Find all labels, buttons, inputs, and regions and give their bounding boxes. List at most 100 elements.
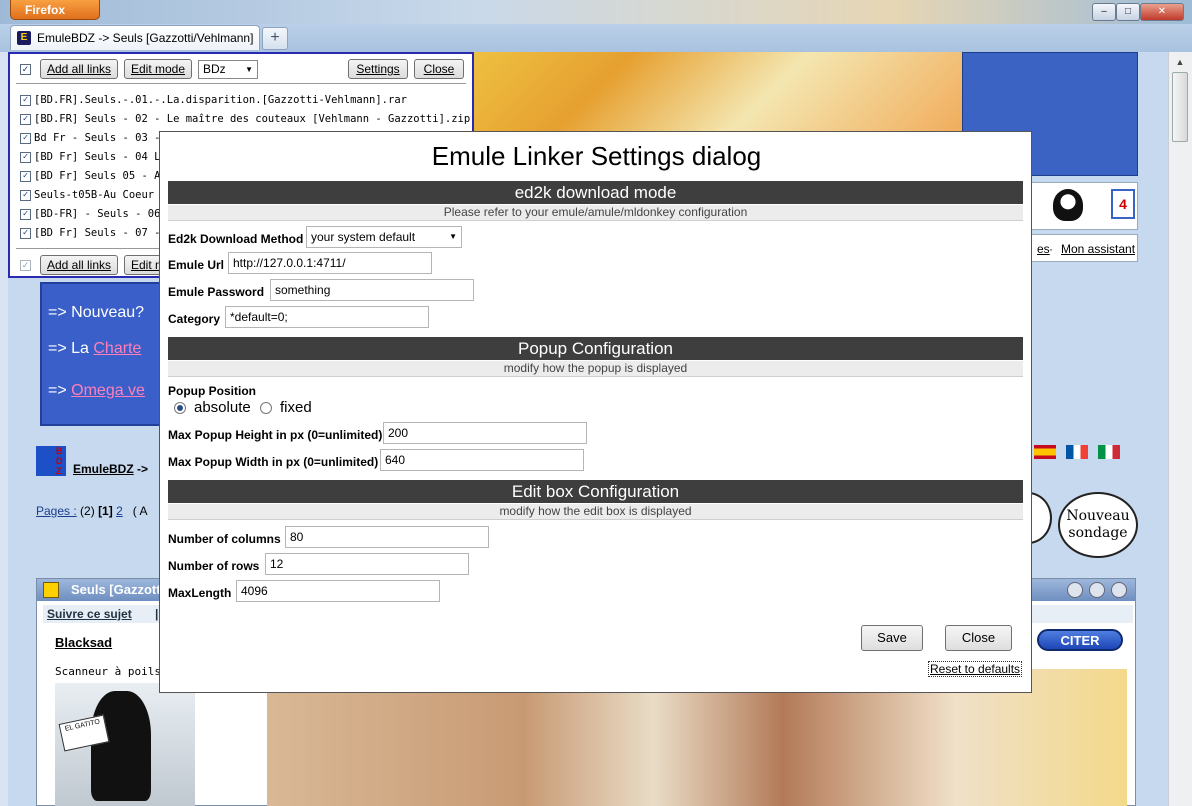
new-poll-bubble[interactable]: Nouveau sondage [1058,492,1138,558]
current-page: [1] [98,504,113,518]
breadcrumb-site-link[interactable]: EmuleBDZ [73,462,134,476]
category-select-value: BDz [203,62,226,76]
add-all-links-button-bottom[interactable]: Add all links [40,255,118,275]
select-all-checkbox[interactable]: ✓ [20,64,31,75]
my-assistant-link[interactable]: Mon assistant [1061,242,1135,256]
popup-width-label: Max Popup Width in px (0=unlimited) [168,455,379,469]
site-favicon-icon: E [17,31,31,45]
download-method-select[interactable]: your system default ▼ [306,226,462,248]
link-name: Bd Fr - Seuls - 03 - Le [34,132,180,144]
category-select[interactable]: BDz ▼ [198,60,258,79]
popup-position-label: Popup Position [168,384,256,398]
link-checkbox[interactable]: ✓ [20,228,31,239]
close-panel-button[interactable]: Close [414,59,464,79]
settings-dialog: Emule Linker Settings dialog ed2k downlo… [159,131,1032,693]
scrollbar-thumb[interactable] [1172,72,1188,142]
link-name: [BD Fr] Seuls - 04 Les [34,151,174,163]
emule-password-label: Emule Password [168,285,265,299]
new-tab-button[interactable]: + [262,27,288,50]
link-name: [BD-FR] - Seuls - 06 - [34,208,174,220]
firefox-menu-button[interactable]: Firefox [10,0,100,20]
position-fixed-label: fixed [280,399,312,416]
minimize-button[interactable]: – [1092,3,1116,21]
link-checkbox[interactable]: ✓ [20,152,31,163]
title-bar [0,0,1192,24]
cat-figure [91,691,151,801]
ed2k-section-title: ed2k download mode [168,181,1023,204]
charter-line: => La Charte [48,340,141,358]
follow-topic-link[interactable]: Suivre ce sujet [47,607,132,621]
pagination: Pages : (2) [1] 2 ( A [36,504,147,518]
pages-label: Pages : [36,504,77,518]
penguin-icon[interactable] [1053,189,1083,221]
dropdown-arrow-icon: ▼ [449,232,457,241]
maxlength-label: MaxLength [168,586,232,600]
reset-defaults-link[interactable]: Reset to defaults [928,661,1023,677]
emule-password-input[interactable]: something [270,279,474,301]
rows-input[interactable]: 12 [265,553,469,575]
page-2-link[interactable]: 2 [116,504,123,518]
save-button[interactable]: Save [861,625,923,651]
popup-section-title: Popup Configuration [168,337,1023,360]
close-window-button[interactable]: ✕ [1140,3,1184,21]
add-all-links-button[interactable]: Add all links [40,59,118,79]
columns-input[interactable]: 80 [285,526,489,548]
avatar: EL GATITO [55,683,195,806]
editbox-section-subtitle: modify how the edit box is displayed [168,504,1023,520]
settings-button[interactable]: Settings [348,59,408,79]
omega-link[interactable]: Omega ve [71,382,145,399]
charter-prefix: => La [48,340,94,357]
calendar-icon[interactable]: 4 [1111,189,1135,219]
category-input[interactable]: *default=0; [225,306,429,328]
breadcrumb-arrow: -> [133,462,149,476]
link-checkbox[interactable]: ✓ [20,171,31,182]
nav-link-left[interactable]: es [1037,242,1050,256]
topic-close-icon[interactable] [1111,582,1127,598]
vertical-scrollbar[interactable]: ▲ [1168,52,1192,806]
edit-mode-button[interactable]: Edit mode [124,59,192,79]
emule-url-input[interactable]: http://127.0.0.1:4711/ [228,252,432,274]
link-name: [BD Fr] Seuls 05 - Au c [34,170,180,182]
omega-line: => Omega ve [48,382,145,400]
columns-label: Number of columns [168,532,281,546]
editbox-section-title: Edit box Configuration [168,480,1023,503]
breadcrumb: EmuleBDZ -> [73,462,148,476]
link-checkbox[interactable]: ✓ [20,190,31,201]
ed2k-section-subtitle: Please refer to your emule/amule/mldonke… [168,205,1023,221]
poster-name[interactable]: Blacksad [55,635,112,650]
pages-tail: ( A [132,504,148,518]
browser-tab[interactable]: E EmuleBDZ -> Seuls [Gazzotti/Vehlmann] [10,25,260,50]
charter-link[interactable]: Charte [93,340,141,357]
link-checkbox[interactable]: ✓ [20,95,31,106]
dialog-title: Emule Linker Settings dialog [431,141,762,171]
close-button[interactable]: Close [945,625,1012,651]
quote-button[interactable]: CITER [1037,629,1123,651]
topic-restore-icon[interactable] [1089,582,1105,598]
download-method-label: Ed2k Download Method [168,232,304,246]
download-method-value: your system default [311,230,416,244]
france-flag-icon[interactable] [1066,445,1088,459]
link-checkbox[interactable]: ✓ [20,209,31,220]
rows-label: Number of rows [168,559,260,573]
scroll-up-icon[interactable]: ▲ [1172,54,1188,70]
category-label: Category [168,312,221,326]
popup-height-input[interactable]: 200 [383,422,587,444]
dropdown-arrow-icon: ▼ [245,65,253,74]
select-all-checkbox-bottom[interactable]: ✓ [20,260,31,271]
position-absolute-label: absolute [194,399,251,416]
toolbar-separator: | [155,607,159,621]
maximize-button[interactable]: □ [1116,3,1140,21]
link-checkbox[interactable]: ✓ [20,133,31,144]
position-fixed-radio[interactable] [260,402,272,414]
pages-count: (2) [80,504,95,518]
new-user-line: => Nouveau? [48,304,145,321]
italy-flag-icon[interactable] [1098,445,1120,459]
link-checkbox[interactable]: ✓ [20,114,31,125]
popup-width-input[interactable]: 640 [380,449,584,471]
popup-section-subtitle: modify how the popup is displayed [168,361,1023,377]
spain-flag-icon[interactable] [1034,445,1056,459]
position-absolute-radio[interactable] [174,402,186,414]
maxlength-input[interactable]: 4096 [236,580,440,602]
link-name: [BD.FR] Seuls - 02 - Le maître des coute… [34,113,471,125]
topic-minimize-icon[interactable] [1067,582,1083,598]
